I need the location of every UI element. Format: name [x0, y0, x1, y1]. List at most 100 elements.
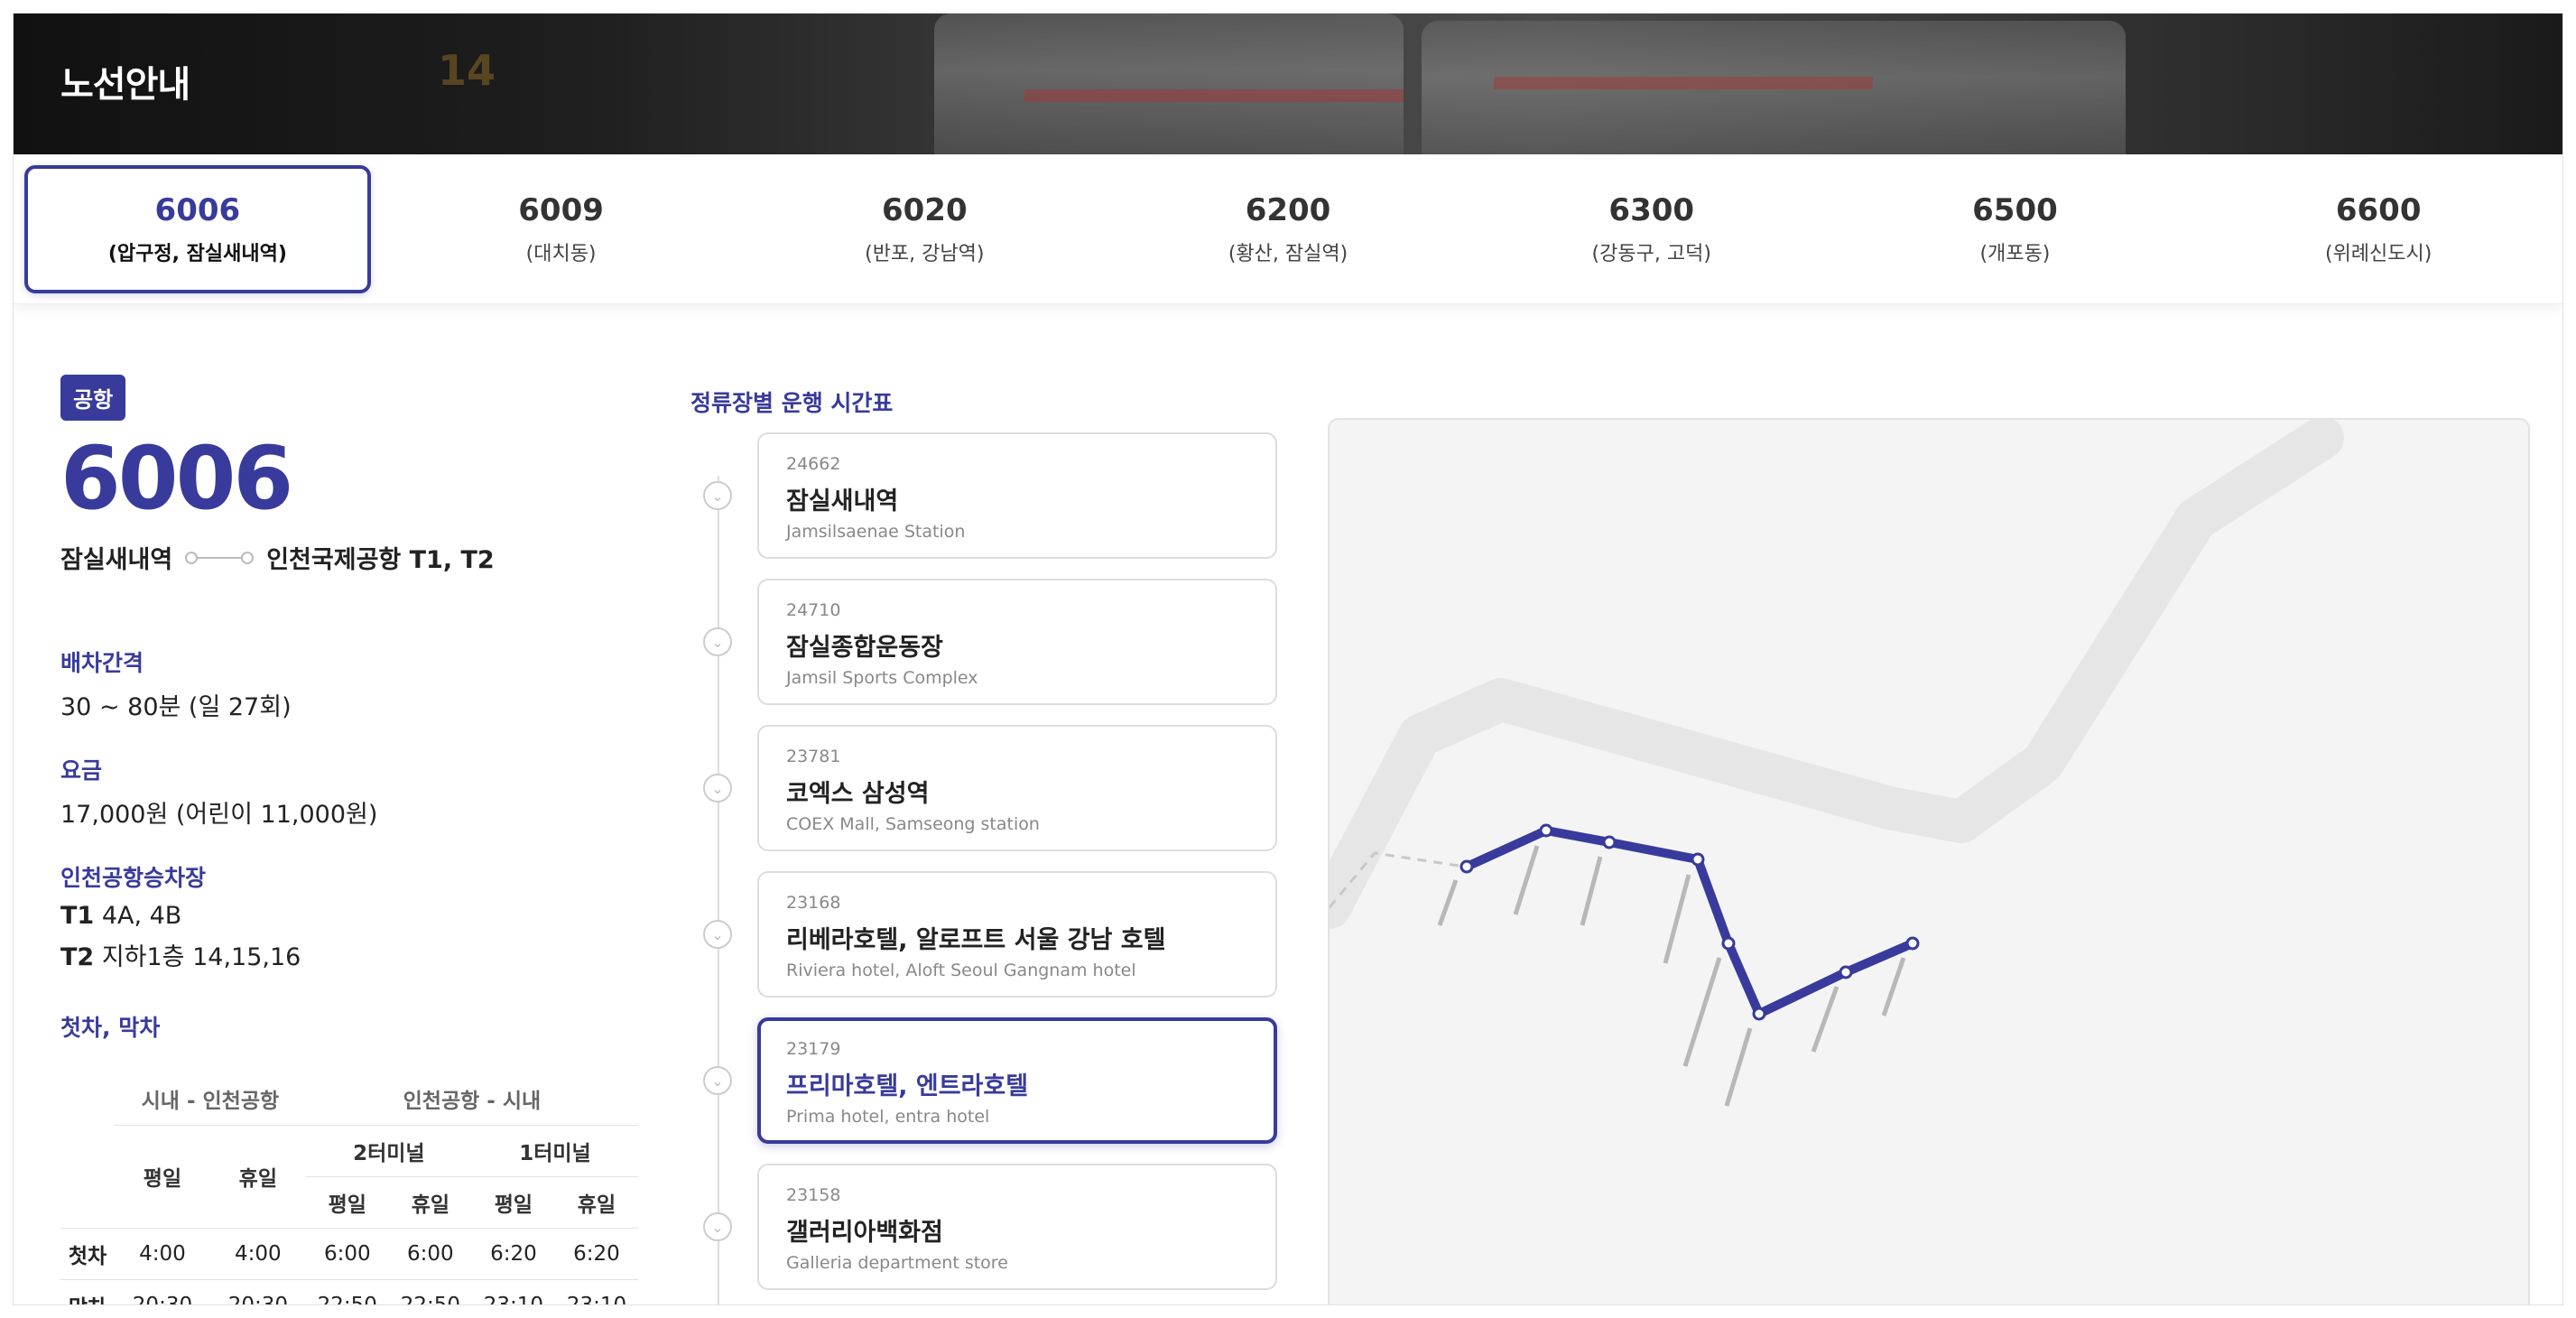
chevron-down-icon[interactable]: ⌄ — [703, 481, 732, 510]
table-header-weekday: 평일 — [305, 1175, 389, 1228]
table-cell: 6:00 — [305, 1227, 389, 1279]
tab-route-number: 6300 — [1608, 191, 1695, 228]
map-stop-dot — [1602, 835, 1617, 849]
stop-item: ⌄ 23781 코엑스 삼성역 COEX Mall, Samseong stat… — [690, 725, 1277, 851]
schedule-label: 첫차, 막차 — [60, 1015, 161, 1041]
row-label: 첫차 — [60, 1227, 115, 1279]
chevron-down-icon[interactable]: ⌄ — [703, 1066, 732, 1095]
interval-section: 배차간격 30 ~ 80분 (일 27회) — [60, 645, 656, 722]
route-map[interactable] — [1328, 418, 2530, 1304]
table-cell: 20:30 — [209, 1278, 306, 1304]
banner-decoration — [1024, 89, 1404, 102]
stop-card[interactable]: 23168 리베라호텔, 알로프트 서울 강남 호텔 Riviera hotel… — [757, 871, 1277, 998]
stop-name: 리베라호텔, 알로프트 서울 강남 호텔 — [786, 926, 1166, 954]
chevron-down-icon[interactable]: ⌄ — [703, 774, 732, 803]
stop-name-english: Galleria department store — [786, 1253, 1008, 1273]
tab-route-area: (개포동) — [1979, 242, 2051, 265]
stop-card[interactable]: 23781 코엑스 삼성역 COEX Mall, Samseong statio… — [757, 725, 1277, 851]
tab-route-6200[interactable]: 6200 (황산, 잠실역) — [1115, 165, 1461, 293]
route-origin: 잠실새내역 — [60, 546, 173, 574]
stop-card[interactable]: 24710 잠실종합운동장 Jamsil Sports Complex — [757, 579, 1277, 705]
stops-section-title: 정류장별 운행 시간표 — [690, 390, 894, 416]
tab-route-6600[interactable]: 6600 (위례신도시) — [2205, 165, 2552, 293]
boarding-section: 인천공항승차장 T1 4A, 4B T2 지하1층 14,15,16 — [60, 860, 656, 972]
tab-route-6009[interactable]: 6009 (대치동) — [388, 165, 735, 293]
tab-route-6006[interactable]: 6006 (압구정, 잠실새내역) — [24, 164, 371, 293]
stop-name-english: Riviera hotel, Aloft Seoul Gangnam hotel — [786, 961, 1136, 980]
table-cell: 22:50 — [388, 1278, 472, 1304]
stop-name: 프리마호텔, 엔트라호텔 — [786, 1072, 1029, 1100]
tab-route-number: 6006 — [154, 191, 241, 228]
banner-bus-image — [934, 14, 1404, 154]
tab-route-area: (반포, 강남역) — [865, 242, 985, 265]
stop-item: ⌄ 23168 리베라호텔, 알로프트 서울 강남 호텔 Riviera hot… — [690, 871, 1277, 998]
tab-route-number: 6600 — [2335, 191, 2422, 228]
tab-route-number: 6009 — [518, 191, 604, 228]
table-header-weekday: 평일 — [471, 1175, 555, 1228]
route-info-panel: 공항 6006 잠실새내역 인천국제공항 T1, T2 배차간격 30 ~ 80… — [60, 375, 656, 1304]
table-cell: 23:10 — [554, 1278, 638, 1304]
stop-card[interactable]: 23179 프리마호텔, 엔트라호텔 Prima hotel, entra ho… — [757, 1017, 1277, 1144]
map-stop-dot — [1459, 859, 1474, 874]
stop-name: 잠실종합운동장 — [786, 634, 943, 662]
route-connector-icon — [185, 551, 255, 564]
chevron-down-icon[interactable]: ⌄ — [703, 627, 732, 656]
stop-item-selected: ⌄ 23179 프리마호텔, 엔트라호텔 Prima hotel, entra … — [690, 1017, 1277, 1144]
map-stop-dot — [1905, 936, 1920, 951]
stop-card[interactable]: 23158 갤러리아백화점 Galleria department store — [757, 1164, 1277, 1290]
stop-code: 23168 — [786, 893, 841, 913]
tab-route-number: 6200 — [1245, 191, 1331, 228]
route-destination: 인천국제공항 T1, T2 — [266, 546, 495, 574]
table-cell: 6:00 — [388, 1227, 472, 1279]
table-header-holiday: 휴일 — [554, 1175, 638, 1228]
stop-item: ⌄ 24710 잠실종합운동장 Jamsil Sports Complex — [690, 579, 1277, 705]
tab-route-area: (압구정, 잠실새내역) — [107, 242, 287, 265]
stop-item: ⌄ 24662 잠실새내역 Jamsilsaenae Station — [690, 432, 1277, 559]
banner-decoration: 14 — [438, 46, 496, 95]
boarding-t2-key: T2 — [60, 943, 95, 971]
stop-card[interactable]: 24662 잠실새내역 Jamsilsaenae Station — [757, 432, 1277, 559]
interval-label: 배차간격 — [60, 650, 144, 676]
boarding-label: 인천공항승차장 — [60, 865, 207, 891]
table-cell: 6:20 — [471, 1227, 555, 1279]
chevron-down-icon[interactable]: ⌄ — [703, 1212, 732, 1241]
stop-code: 23179 — [786, 1039, 841, 1059]
stop-name-english: COEX Mall, Samseong station — [786, 814, 1040, 834]
route-type-badge: 공항 — [60, 375, 126, 421]
tab-route-area: (황산, 잠실역) — [1228, 242, 1348, 265]
table-header-holiday: 휴일 — [388, 1175, 472, 1228]
route-number: 6006 — [60, 428, 293, 529]
stop-name: 코엑스 삼성역 — [786, 780, 930, 808]
boarding-t2-value: 지하1층 14,15,16 — [101, 943, 301, 971]
tab-route-6020[interactable]: 6020 (반포, 강남역) — [751, 165, 1098, 293]
stop-name: 잠실새내역 — [786, 487, 899, 515]
map-stop-dot — [1691, 852, 1705, 867]
table-row: 첫차 4:00 4:00 6:00 6:00 6:20 6:20 — [60, 1227, 638, 1279]
chevron-down-icon[interactable]: ⌄ — [703, 920, 732, 949]
map-stop-dot — [1721, 936, 1736, 951]
tab-route-area: (대치동) — [525, 242, 597, 265]
table-cell: 4:00 — [209, 1227, 306, 1279]
stop-name: 갤러리아백화점 — [786, 1219, 943, 1247]
stop-list: ⌄ 24662 잠실새내역 Jamsilsaenae Station ⌄ 247… — [690, 420, 1277, 1304]
banner-decoration — [1494, 77, 1873, 89]
boarding-t2: T2 지하1층 14,15,16 — [60, 937, 656, 972]
stop-code: 24710 — [786, 600, 841, 620]
table-header-t1: 1터미널 — [471, 1124, 638, 1176]
stop-item: ⌄ 23158 갤러리아백화점 Galleria department stor… — [690, 1164, 1277, 1290]
header-banner: 14 노선안내 — [14, 14, 2562, 154]
tab-route-6300[interactable]: 6300 (강동구, 고덕) — [1478, 165, 1825, 293]
tab-route-number: 6500 — [1972, 191, 2058, 228]
route-tabs: 6006 (압구정, 잠실새내역) 6009 (대치동) 6020 (반포, 강… — [14, 154, 2562, 304]
map-stop-dot — [1752, 1007, 1766, 1021]
stop-code: 23158 — [786, 1185, 841, 1205]
table-cell: 20:30 — [115, 1278, 210, 1304]
route-map-drawing — [1330, 420, 2344, 1107]
stop-code: 24662 — [786, 454, 841, 474]
tab-route-6500[interactable]: 6500 (개포동) — [1842, 165, 2189, 293]
boarding-t1-key: T1 — [60, 902, 95, 930]
stop-name-english: Jamsilsaenae Station — [786, 522, 966, 542]
table-header-holiday: 휴일 — [209, 1124, 306, 1228]
table-cell: 6:20 — [554, 1227, 638, 1279]
fare-value: 17,000원 (어린이 11,000원) — [60, 801, 378, 829]
